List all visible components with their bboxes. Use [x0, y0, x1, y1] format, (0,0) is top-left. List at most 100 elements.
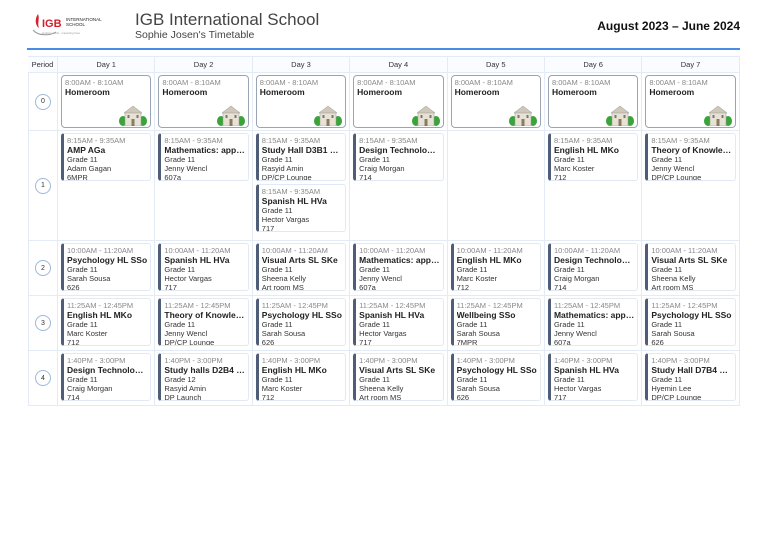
class-time: 8:15AM - 9:35AM — [553, 136, 613, 145]
class-card[interactable]: 8:15AM - 9:35AM Theory of Knowled... Grade… — [645, 133, 736, 181]
class-time: 8:15AM - 9:35AM — [651, 136, 710, 145]
homeroom-card[interactable]: 8:00AM - 8:10AM Homeroom — [645, 75, 736, 128]
class-room: 714 — [553, 283, 567, 291]
class-card[interactable]: 8:15AM - 9:35AM Design Technology ... Grad… — [353, 133, 444, 181]
class-card[interactable]: 1:40PM - 3:00PM English HL MKo Grade 11 Mar… — [255, 353, 347, 401]
class-name: Homeroom — [259, 87, 305, 97]
class-name: Psychology HL SSo — [261, 310, 342, 320]
class-card[interactable]: 10:00AM - 11:20AM Design Technology ... Gr… — [547, 243, 639, 291]
timetable-cell: 8:00AM - 8:10AM Homeroom — [58, 73, 156, 131]
period-cell: 2 — [28, 241, 58, 296]
class-name: Visual Arts SL SKe — [651, 255, 728, 265]
class-teacher: Jenny Wencl — [359, 274, 402, 283]
class-card[interactable]: 10:00AM - 11:20AM Spanish HL HVa Grade 11 H… — [158, 243, 249, 291]
class-teacher: Hector Vargas — [553, 384, 602, 393]
homeroom-card[interactable]: 8:00AM - 8:10AM Homeroom — [547, 75, 639, 128]
class-room: 717 — [261, 224, 275, 232]
class-teacher: Craig Morgan — [359, 164, 405, 173]
class-card[interactable]: 8:15AM - 9:35AM Mathematics: appli... Grad… — [158, 133, 249, 181]
homeroom-card[interactable]: 8:00AM - 8:10AM Homeroom — [158, 75, 249, 128]
class-card[interactable]: 8:15AM - 9:35AM Spanish HL HVa Grade 11 Hec… — [255, 184, 347, 232]
class-room: DP/CP Lounge — [651, 173, 702, 181]
timetable-cell: 8:00AM - 8:10AM Homeroom — [252, 73, 351, 131]
class-grade: Grade 11 — [164, 265, 196, 274]
class-card[interactable]: 10:00AM - 11:20AM Visual Arts SL SKe Grade… — [645, 243, 736, 291]
class-room: 607a — [553, 338, 571, 346]
timetable-cell: 8:15AM - 9:35AM English HL MKo Grade 11 Mar… — [544, 131, 643, 241]
period-header: Period — [28, 57, 58, 73]
class-grade: Grade 12 — [164, 375, 196, 384]
class-name: Psychology HL SSo — [67, 255, 148, 265]
class-time: 1:40PM - 3:00PM — [261, 356, 321, 365]
class-name: English HL MKo — [456, 255, 522, 265]
period-number-badge: 2 — [35, 260, 51, 276]
class-card[interactable]: 8:15AM - 9:35AM Study Hall D3B1 RAm Grade … — [255, 133, 347, 181]
class-time: 8:00AM - 8:10AM — [65, 78, 124, 87]
homeroom-card[interactable]: 8:00AM - 8:10AM Homeroom — [353, 75, 444, 128]
class-card[interactable]: 11:25AM - 12:45PM English HL MKo Grade 11 M… — [61, 298, 152, 346]
timetable-cell: 1:40PM - 3:00PM English HL MKo Grade 11 Mar… — [252, 351, 351, 406]
class-teacher: Sheena Kelly — [261, 274, 306, 283]
class-card[interactable]: 11:25AM - 12:45PM Spanish HL HVa Grade 11 H… — [353, 298, 444, 346]
timetable-cell: 8:00AM - 8:10AM Homeroom — [642, 73, 740, 131]
class-grade: Grade 11 — [651, 155, 683, 164]
class-name: Mathematics: appli... — [359, 255, 440, 265]
class-card[interactable]: 8:15AM - 9:35AM AMP AGa Grade 11 Adam Gagan… — [61, 133, 152, 181]
class-teacher: Sarah Sousa — [67, 274, 111, 283]
class-grade: Grade 11 — [261, 265, 293, 274]
class-grade: Grade 11 — [164, 320, 196, 329]
class-time: 11:25AM - 12:45PM — [553, 301, 621, 310]
class-card[interactable]: 10:00AM - 11:20AM Mathematics: appli... Gr… — [353, 243, 444, 291]
class-card[interactable]: 1:40PM - 3:00PM Spanish HL HVa Grade 11 Hec… — [547, 353, 639, 401]
class-time: 8:00AM - 8:10AM — [162, 78, 221, 87]
timetable-grid: Period Day 1 Day 2 Day 3 Day 4 Day 5 Day 6 Day … — [28, 56, 740, 406]
class-grade: Grade 11 — [359, 265, 390, 274]
homeroom-card[interactable]: 8:00AM - 8:10AM Homeroom — [255, 75, 347, 128]
school-building-icon — [119, 102, 148, 127]
class-card[interactable]: 1:40PM - 3:00PM Visual Arts SL SKe Grade 1… — [353, 353, 444, 401]
timetable-cell: 11:25AM - 12:45PM Wellbeing SSo Grade 11 Sa… — [447, 296, 545, 351]
class-teacher: Hector Vargas — [359, 329, 407, 338]
day-header: Day 1 — [58, 57, 156, 73]
class-time: 10:00AM - 11:20AM — [651, 246, 718, 255]
class-time: 8:00AM - 8:10AM — [454, 78, 513, 87]
class-card[interactable]: 11:25AM - 12:45PM Psychology HL SSo Grade … — [645, 298, 736, 346]
class-card[interactable]: 8:15AM - 9:35AM English HL MKo Grade 11 Mar… — [547, 133, 639, 181]
class-card[interactable]: 11:25AM - 12:45PM Wellbeing SSo Grade 11 Sa… — [450, 298, 541, 346]
class-card[interactable]: 10:00AM - 11:20AM English HL MKo Grade 11 M… — [450, 243, 541, 291]
homeroom-card[interactable]: 8:00AM - 8:10AM Homeroom — [61, 75, 152, 128]
class-name: Homeroom — [162, 87, 208, 97]
class-card[interactable]: 11:25AM - 12:45PM Psychology HL SSo Grade … — [255, 298, 347, 346]
class-room: Art room MS — [651, 283, 694, 291]
class-time: 11:25AM - 12:45PM — [67, 301, 134, 310]
class-card[interactable]: 1:40PM - 3:00PM Study halls D2B4 R... Grad… — [158, 353, 249, 401]
class-room: 714 — [67, 393, 80, 401]
class-name: Homeroom — [357, 87, 403, 97]
timetable-cell: 8:15AM - 9:35AM Design Technology ... Grad… — [350, 131, 448, 241]
class-room: Art room MS — [359, 393, 402, 401]
class-grade: Grade 11 — [456, 375, 488, 384]
class-card[interactable]: 1:40PM - 3:00PM Study Hall D7B4 HLe Grade … — [645, 353, 736, 401]
class-teacher: Jenny Wencl — [164, 164, 208, 173]
timetable-cell: 8:15AM - 9:35AM Mathematics: appli... Grad… — [155, 131, 253, 241]
class-card[interactable]: 10:00AM - 11:20AM Visual Arts SL SKe Grade… — [255, 243, 347, 291]
timetable-cell: 1:40PM - 3:00PM Visual Arts SL SKe Grade 1… — [350, 351, 448, 406]
class-name: Visual Arts SL SKe — [261, 255, 338, 265]
class-name: Design Technology ... — [553, 255, 635, 265]
class-card[interactable]: 11:25AM - 12:45PM Mathematics: appli... Gr… — [547, 298, 639, 346]
class-card[interactable]: 10:00AM - 11:20AM Psychology HL SSo Grade … — [61, 243, 152, 291]
class-card[interactable]: 11:25AM - 12:45PM Theory of Knowled... Gra… — [158, 298, 249, 346]
homeroom-card[interactable]: 8:00AM - 8:10AM Homeroom — [450, 75, 541, 128]
class-name: Homeroom — [649, 87, 695, 97]
class-card[interactable]: 1:40PM - 3:00PM Design Technology ... Grad… — [61, 353, 152, 401]
class-teacher: Sarah Sousa — [651, 329, 695, 338]
class-room: 717 — [359, 338, 372, 346]
class-teacher: Sarah Sousa — [261, 329, 306, 338]
timetable-cell: 8:15AM - 9:35AM Theory of Knowled... Grade… — [642, 131, 740, 241]
svg-text:igniting minds · impacting liv: igniting minds · impacting lives — [42, 31, 81, 35]
class-teacher: Jenny Wencl — [553, 329, 597, 338]
class-card[interactable]: 1:40PM - 3:00PM Psychology HL SSo Grade 11… — [450, 353, 541, 401]
class-room: 607a — [164, 173, 182, 181]
class-grade: Grade 11 — [553, 375, 585, 384]
svg-text:IGB: IGB — [42, 18, 62, 30]
